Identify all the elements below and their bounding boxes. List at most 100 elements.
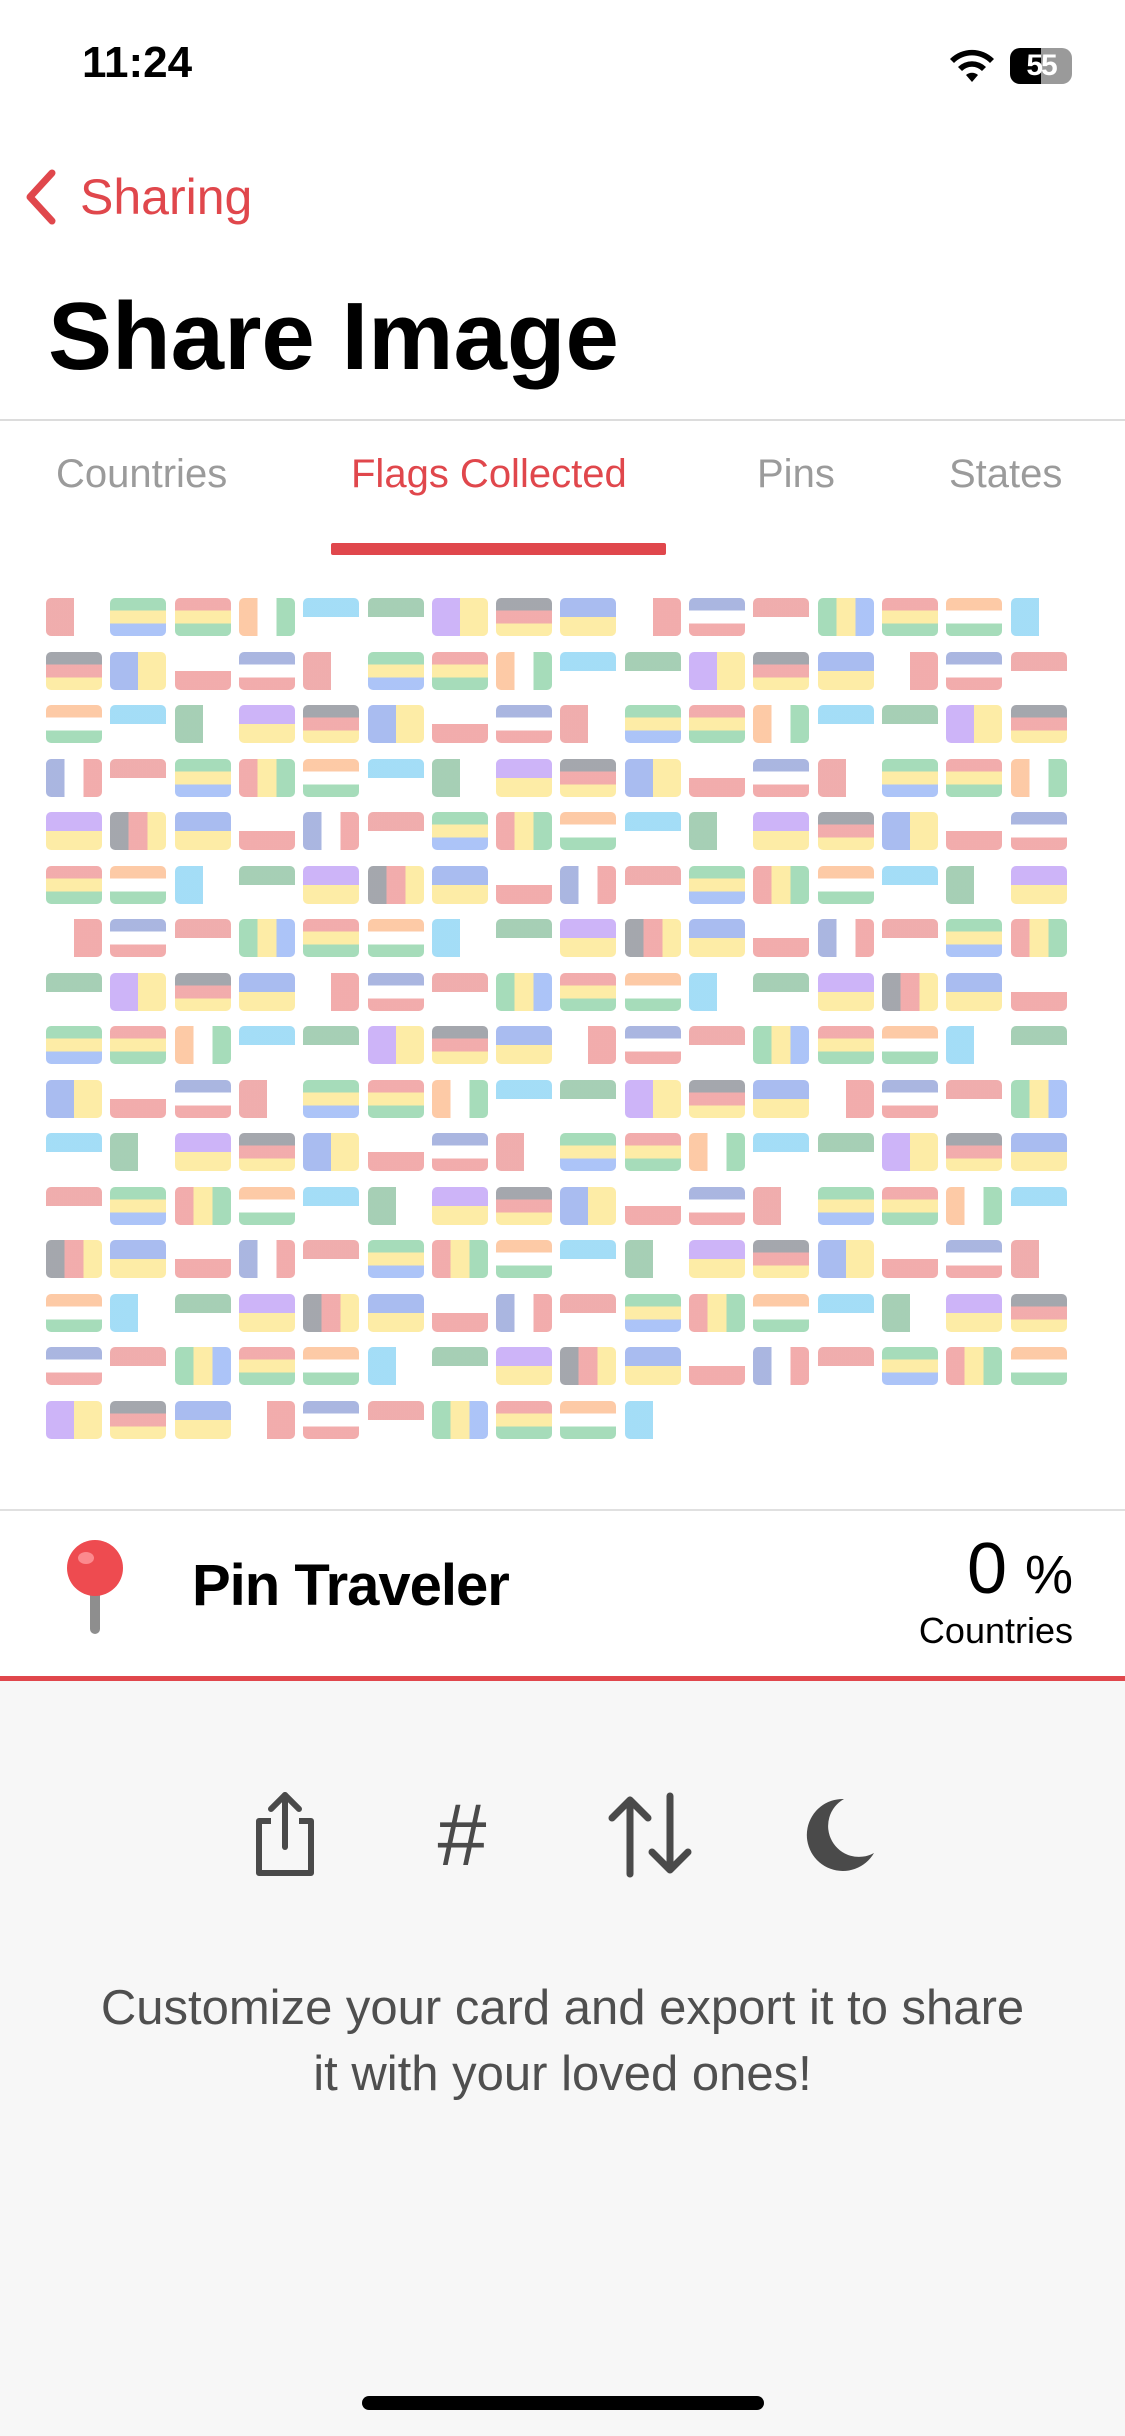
flag-tile: [496, 812, 552, 850]
flag-tile: [110, 973, 166, 1011]
flag-tile: [753, 759, 809, 797]
flag-tile: [882, 919, 938, 957]
flag-tile: [175, 759, 231, 797]
flag-tile: [432, 919, 488, 957]
tab-pins[interactable]: Pins: [757, 452, 835, 497]
flag-tile: [625, 1347, 681, 1385]
flag-tile: [239, 1240, 295, 1278]
flag-tile: [46, 759, 102, 797]
flag-tile: [368, 1240, 424, 1278]
flag-tile: [1011, 866, 1067, 904]
flag-tile: [689, 919, 745, 957]
flag-tile: [175, 1347, 231, 1385]
flag-tile: [175, 1187, 231, 1225]
flag-tile: [625, 1080, 681, 1118]
flag-tile: [496, 1026, 552, 1064]
flag-tile: [110, 1187, 166, 1225]
flag-tile: [1011, 973, 1067, 1011]
battery-level: 55: [1026, 49, 1057, 82]
hashtag-button[interactable]: #: [412, 1785, 512, 1885]
flag-tile: [882, 1294, 938, 1332]
back-button[interactable]: Sharing: [22, 162, 252, 232]
flag-tile: [818, 1294, 874, 1332]
flag-tile: [1011, 1080, 1067, 1118]
flag-tile: [625, 1026, 681, 1064]
flag-tile: [753, 812, 809, 850]
flag-tile: [946, 866, 1002, 904]
flag-tile: [368, 598, 424, 636]
flag-tile: [496, 1187, 552, 1225]
flag-tile: [175, 812, 231, 850]
flag-tile: [175, 598, 231, 636]
flag-tile: [560, 812, 616, 850]
sort-button[interactable]: [600, 1785, 700, 1885]
hashtag-icon: #: [437, 1785, 487, 1884]
flag-tile: [175, 1026, 231, 1064]
flag-tile: [175, 1080, 231, 1118]
flag-tile: [946, 759, 1002, 797]
card-title: Pin Traveler: [192, 1553, 510, 1618]
flag-tile: [432, 812, 488, 850]
flag-tile: [818, 919, 874, 957]
share-button[interactable]: [235, 1785, 335, 1885]
flag-tile: [175, 919, 231, 957]
flag-tile: [753, 1133, 809, 1171]
share-icon: [256, 1792, 314, 1876]
flag-tile: [625, 1187, 681, 1225]
flag-tile: [432, 1133, 488, 1171]
flag-tile: [1011, 759, 1067, 797]
flag-tile: [560, 652, 616, 690]
flag-tile: [368, 1347, 424, 1385]
flag-tile: [1011, 1133, 1067, 1171]
flag-tile: [560, 866, 616, 904]
flag-tile: [496, 652, 552, 690]
flag-tile: [818, 652, 874, 690]
flag-tile: [496, 759, 552, 797]
flag-tile: [689, 1080, 745, 1118]
tab-countries[interactable]: Countries: [56, 452, 227, 497]
active-tab-indicator: [331, 543, 666, 555]
flag-tile: [432, 1240, 488, 1278]
flag-tile: [432, 759, 488, 797]
flag-tile: [818, 1026, 874, 1064]
flag-tile: [175, 866, 231, 904]
flag-tile: [882, 812, 938, 850]
flag-tile: [303, 1347, 359, 1385]
flag-tile: [818, 1080, 874, 1118]
flag-tile: [753, 598, 809, 636]
flag-tile: [239, 759, 295, 797]
flag-tile: [753, 652, 809, 690]
flag-tile: [239, 1187, 295, 1225]
flag-tile: [496, 1080, 552, 1118]
flag-tile: [946, 705, 1002, 743]
flag-tile: [689, 1347, 745, 1385]
flag-tile: [239, 1080, 295, 1118]
flag-tile: [946, 652, 1002, 690]
flag-tile: [368, 1080, 424, 1118]
flag-tile: [368, 866, 424, 904]
flag-tile: [496, 973, 552, 1011]
stat-value: 0 %: [967, 1528, 1073, 1610]
back-label: Sharing: [80, 169, 253, 225]
tab-states[interactable]: States: [949, 452, 1062, 497]
flag-tile: [625, 919, 681, 957]
dark-mode-button[interactable]: [788, 1785, 888, 1885]
flag-tile: [560, 973, 616, 1011]
flag-tile: [496, 1347, 552, 1385]
flag-tile: [560, 705, 616, 743]
flag-tile: [946, 973, 1002, 1011]
tab-flags-collected[interactable]: Flags Collected: [351, 452, 627, 497]
flag-tile: [368, 973, 424, 1011]
flag-tile: [432, 705, 488, 743]
flag-tile: [239, 919, 295, 957]
flag-tile: [303, 1240, 359, 1278]
flag-tile: [689, 652, 745, 690]
flag-tile: [239, 866, 295, 904]
flag-tile: [368, 652, 424, 690]
flag-tile: [818, 598, 874, 636]
flag-tile: [882, 1133, 938, 1171]
flag-tile: [432, 598, 488, 636]
flag-tile: [303, 812, 359, 850]
flag-tile: [1011, 1347, 1067, 1385]
flag-tile: [689, 1026, 745, 1064]
